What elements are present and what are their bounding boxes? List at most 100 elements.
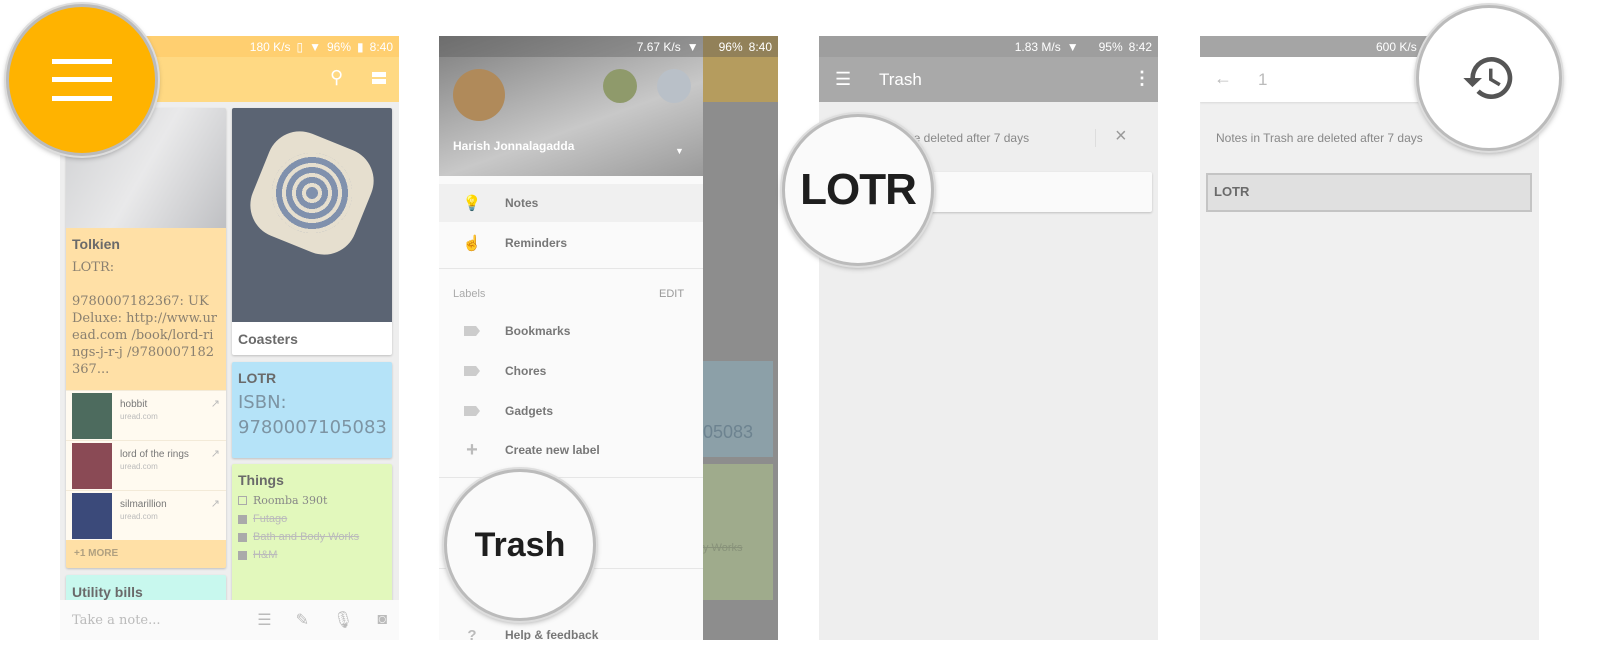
lightbulb-icon: 💡 xyxy=(462,195,482,212)
clock: 8:40 xyxy=(369,39,393,54)
link-preview-hobbit[interactable]: hobbit uread.com ↗ xyxy=(66,390,226,440)
battery-level: 95% xyxy=(1098,39,1123,54)
restore-button-magnified[interactable] xyxy=(1416,5,1562,151)
network-speed: 180 K/s xyxy=(249,39,291,54)
edit-labels-button[interactable]: EDIT xyxy=(659,288,684,300)
checklist-item[interactable]: H&M xyxy=(238,549,386,561)
link-domain: uread.com xyxy=(120,512,158,521)
note-title: LOTR xyxy=(1214,184,1250,199)
reminder-hand-icon: ☝ xyxy=(462,235,482,252)
hamburger-menu-icon[interactable] xyxy=(52,59,112,101)
clock: 8:40 xyxy=(748,39,772,54)
secondary-account-avatar[interactable] xyxy=(603,69,637,103)
drawer-item-gadgets[interactable]: Gadgets xyxy=(439,392,703,430)
checkbox[interactable] xyxy=(238,550,247,560)
take-note-input[interactable]: Take a note... xyxy=(72,613,257,628)
note-card-tolkien[interactable]: Tolkien LOTR: 9780007182367: UK Deluxe: … xyxy=(66,108,226,568)
link-preview-silmarillion[interactable]: silmarillion uread.com ↗ xyxy=(66,490,226,540)
search-icon[interactable]: ⚲ xyxy=(330,67,343,88)
status-bar: 1.83 M/s ▼ 95% 8:42 xyxy=(819,36,1158,57)
label-icon xyxy=(464,326,480,336)
network-speed: 7.67 K/s xyxy=(636,39,681,54)
mic-icon[interactable]: 🎙 xyxy=(333,610,353,630)
list-view-icon[interactable] xyxy=(372,72,386,84)
label-icon xyxy=(464,366,480,376)
checklist-icon[interactable]: ☰ xyxy=(257,610,271,630)
clock: 8:42 xyxy=(1128,39,1152,54)
note-image xyxy=(232,108,392,322)
trash-notice: Notes in Trash are deleted after 7 days xyxy=(1216,131,1423,145)
pen-icon[interactable]: ✎ xyxy=(296,610,309,630)
divider xyxy=(1095,129,1096,147)
selected-count: 1 xyxy=(1258,70,1268,89)
note-card-lotr[interactable]: LOTR ISBN: 9780007105083 xyxy=(232,362,392,458)
hamburger-menu-icon[interactable]: ☰ xyxy=(835,69,851,90)
note-title: LOTR xyxy=(238,370,277,386)
create-new-label-button[interactable]: + Create new label xyxy=(439,431,703,469)
back-arrow-icon[interactable]: ← xyxy=(1214,68,1232,89)
open-external-icon[interactable]: ↗ xyxy=(211,447,220,460)
checkbox[interactable] xyxy=(238,496,247,505)
battery-level: 96% xyxy=(327,39,352,54)
drawer-item-bookmarks[interactable]: Bookmarks xyxy=(439,312,703,350)
drawer-item-help[interactable]: ? Help & feedback xyxy=(439,616,703,641)
secondary-account-avatar[interactable] xyxy=(657,69,691,103)
note-body: ISBN: 9780007105083 xyxy=(238,392,387,438)
wifi-icon: ▼ xyxy=(686,39,699,54)
avatar[interactable] xyxy=(453,69,505,121)
checkbox[interactable] xyxy=(238,532,247,542)
page-title: Trash xyxy=(879,70,922,89)
link-domain: uread.com xyxy=(120,462,158,471)
note-body-text: 9780007182367: UK Deluxe: http://www.ure… xyxy=(72,294,218,377)
battery-level: 96% xyxy=(718,39,743,54)
link-title: silmarillion xyxy=(120,499,167,510)
more-options-icon[interactable]: ⋮ xyxy=(1133,68,1151,89)
link-preview-lotr[interactable]: lord of the rings uread.com ↗ xyxy=(66,440,226,490)
wifi-icon: ▼ xyxy=(1066,39,1079,54)
drawer-item-chores[interactable]: Chores xyxy=(439,352,703,390)
drawer-item-reminders[interactable]: ☝ Reminders xyxy=(439,224,703,262)
plus-icon: + xyxy=(466,438,478,461)
note-title: Tolkien xyxy=(72,236,120,252)
trashed-note-magnified[interactable]: LOTR xyxy=(782,114,934,266)
drawer-item-trash-magnified[interactable]: Trash xyxy=(444,469,596,621)
background-text: y Works xyxy=(703,542,743,554)
link-title: lord of the rings xyxy=(120,449,189,460)
divider xyxy=(439,268,703,269)
take-note-bar[interactable]: Take a note... ☰ ✎ 🎙 ◙ xyxy=(60,600,399,640)
status-bar: 7.67 K/s ▼ 96% 8:40 xyxy=(439,36,778,57)
link-domain: uread.com xyxy=(120,412,158,421)
vibrate-icon: ▯ xyxy=(296,39,304,54)
selected-note-card[interactable]: LOTR xyxy=(1206,173,1532,212)
open-external-icon[interactable]: ↗ xyxy=(211,397,220,410)
camera-icon[interactable]: ◙ xyxy=(377,611,387,629)
note-title: Things xyxy=(238,472,284,488)
menu-button-magnified[interactable] xyxy=(6,4,158,156)
more-links-button[interactable]: +1 MORE xyxy=(74,548,118,559)
background-text: 05083 xyxy=(703,422,754,442)
checkbox[interactable] xyxy=(238,514,247,524)
account-header[interactable]: 7.67 K/s ▼ 96% 8:40 Harish Jonnalagadda ▼ xyxy=(439,36,778,176)
checklist-item[interactable]: Futago xyxy=(238,513,386,525)
divider xyxy=(439,477,703,478)
note-title: LOTR xyxy=(800,165,917,214)
toolbar: ☰ Trash ⋮ xyxy=(819,57,1158,102)
restore-icon[interactable] xyxy=(1461,50,1517,106)
checklist-item[interactable]: Roomba 390t xyxy=(238,494,386,507)
account-switch-chevron-icon[interactable]: ▼ xyxy=(675,146,684,156)
network-speed: 600 K/s xyxy=(1376,39,1417,54)
link-title: hobbit xyxy=(120,399,148,410)
label-icon xyxy=(464,406,480,416)
note-card-coasters[interactable]: Coasters xyxy=(232,108,392,355)
note-title: Coasters xyxy=(238,331,298,347)
dismiss-notice-icon[interactable]: × xyxy=(1115,125,1127,148)
trash-notice: are deleted after 7 days xyxy=(903,131,1030,145)
checklist-item[interactable]: Bath and Body Works xyxy=(238,531,386,543)
wifi-icon: ▼ xyxy=(309,39,321,54)
open-external-icon[interactable]: ↗ xyxy=(211,497,220,510)
help-icon: ? xyxy=(467,626,477,641)
battery-icon: ▮ xyxy=(357,39,364,54)
drawer-item-notes[interactable]: 💡 Notes xyxy=(439,184,703,222)
network-speed: 1.83 M/s xyxy=(1014,39,1061,54)
labels-header: Labels xyxy=(453,288,486,300)
